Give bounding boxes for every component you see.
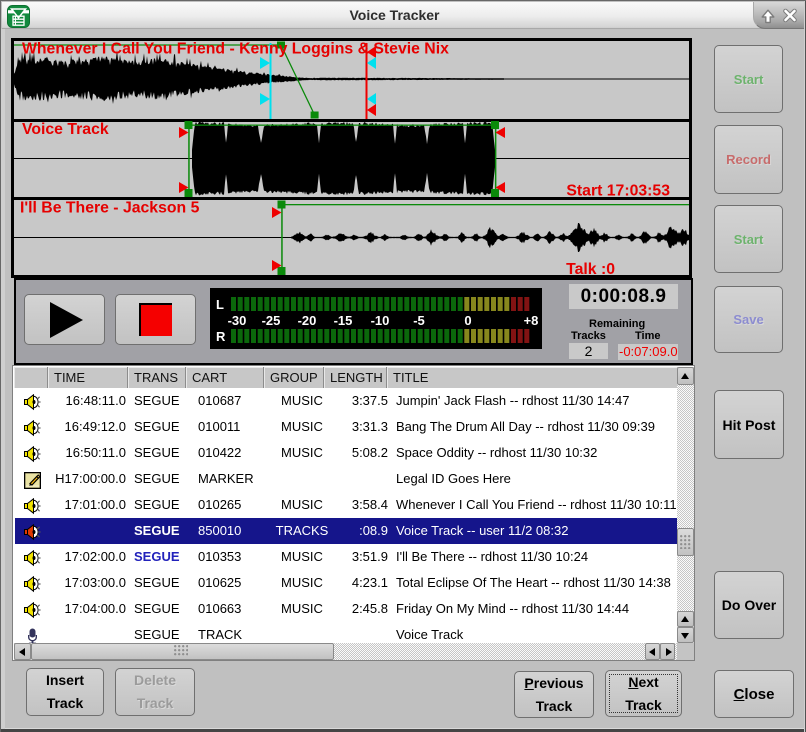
svg-text:-10: -10 <box>371 313 390 328</box>
svg-text:+8: +8 <box>524 313 539 328</box>
svg-text:-25: -25 <box>262 313 281 328</box>
svg-text:-15: -15 <box>334 313 353 328</box>
svg-text:Start 17:03:53: Start 17:03:53 <box>566 183 670 200</box>
svg-text:Whenever I Call You Friend - K: Whenever I Call You Friend - Kenny Loggi… <box>22 41 449 58</box>
svg-text:-30: -30 <box>228 313 247 328</box>
svg-text:I'll Be There - Jackson 5: I'll Be There - Jackson 5 <box>20 200 200 217</box>
svg-text:-20: -20 <box>298 313 317 328</box>
svg-text:-5: -5 <box>413 313 425 328</box>
svg-text:L: L <box>216 297 224 312</box>
svg-text:Talk :0: Talk :0 <box>566 261 615 275</box>
svg-text:0: 0 <box>464 313 471 328</box>
svg-text:R: R <box>216 329 226 344</box>
svg-text:Voice Track: Voice Track <box>22 121 109 138</box>
